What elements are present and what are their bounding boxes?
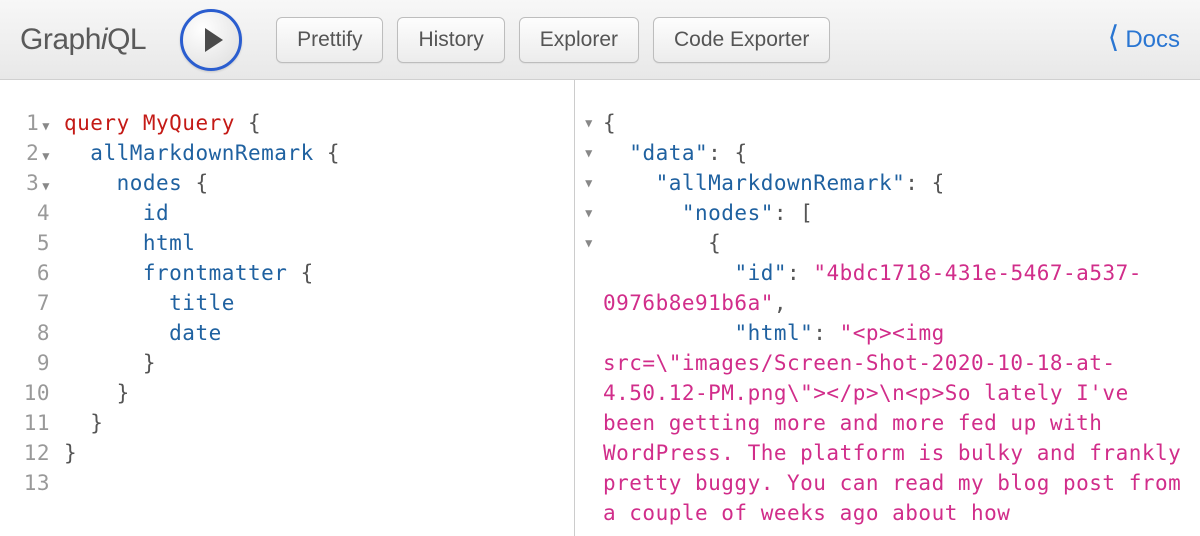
line-number: 13: [0, 468, 50, 498]
fold-icon[interactable]: ▼: [575, 228, 603, 258]
fold-icon[interactable]: ▼: [42, 149, 50, 163]
line-number: 12: [0, 438, 50, 468]
line-number: 11: [0, 408, 50, 438]
history-button[interactable]: History: [397, 17, 504, 63]
docs-button[interactable]: ⟨ Docs: [1108, 25, 1180, 55]
fold-icon[interactable]: ▼: [575, 198, 603, 228]
line-number: 8: [0, 318, 50, 348]
toolbar: GraphiQL Prettify History Explorer Code …: [0, 0, 1200, 80]
line-number: 9: [0, 348, 50, 378]
fold-icon[interactable]: ▼: [575, 138, 603, 168]
main: 1▼2▼3▼45678910111213 query MyQuery { all…: [0, 80, 1200, 536]
fold-icon[interactable]: ▼: [42, 179, 50, 193]
prettify-button[interactable]: Prettify: [276, 17, 383, 63]
explorer-button[interactable]: Explorer: [519, 17, 639, 63]
fold-icon[interactable]: ▼: [575, 108, 603, 138]
execute-button[interactable]: [180, 9, 242, 71]
app-logo: GraphiQL: [20, 23, 146, 57]
line-number: 6: [0, 258, 50, 288]
query-pane: 1▼2▼3▼45678910111213 query MyQuery { all…: [0, 80, 575, 536]
line-number: 2▼: [0, 138, 50, 168]
line-number: 5: [0, 228, 50, 258]
line-number: 7: [0, 288, 50, 318]
fold-icon[interactable]: ▼: [575, 168, 603, 198]
line-number: 10: [0, 378, 50, 408]
logo-prefix: Graph: [20, 23, 101, 56]
fold-icon[interactable]: ▼: [42, 119, 50, 133]
query-editor[interactable]: query MyQuery { allMarkdownRemark { node…: [58, 80, 574, 536]
result-viewer[interactable]: { "data": { "allMarkdownRemark": { "node…: [603, 80, 1200, 536]
code-exporter-button[interactable]: Code Exporter: [653, 17, 830, 63]
logo-suffix: QL: [107, 23, 146, 56]
line-gutter: 1▼2▼3▼45678910111213: [0, 80, 58, 536]
line-number: 3▼: [0, 168, 50, 198]
result-fold-gutter: ▼▼▼▼▼: [575, 80, 603, 536]
result-pane: ▼▼▼▼▼ { "data": { "allMarkdownRemark": {…: [575, 80, 1200, 536]
docs-label: Docs: [1125, 26, 1180, 54]
play-icon: [205, 28, 223, 52]
chevron-left-icon: ⟨: [1108, 23, 1120, 53]
line-number: 4: [0, 198, 50, 228]
line-number: 1▼: [0, 108, 50, 138]
